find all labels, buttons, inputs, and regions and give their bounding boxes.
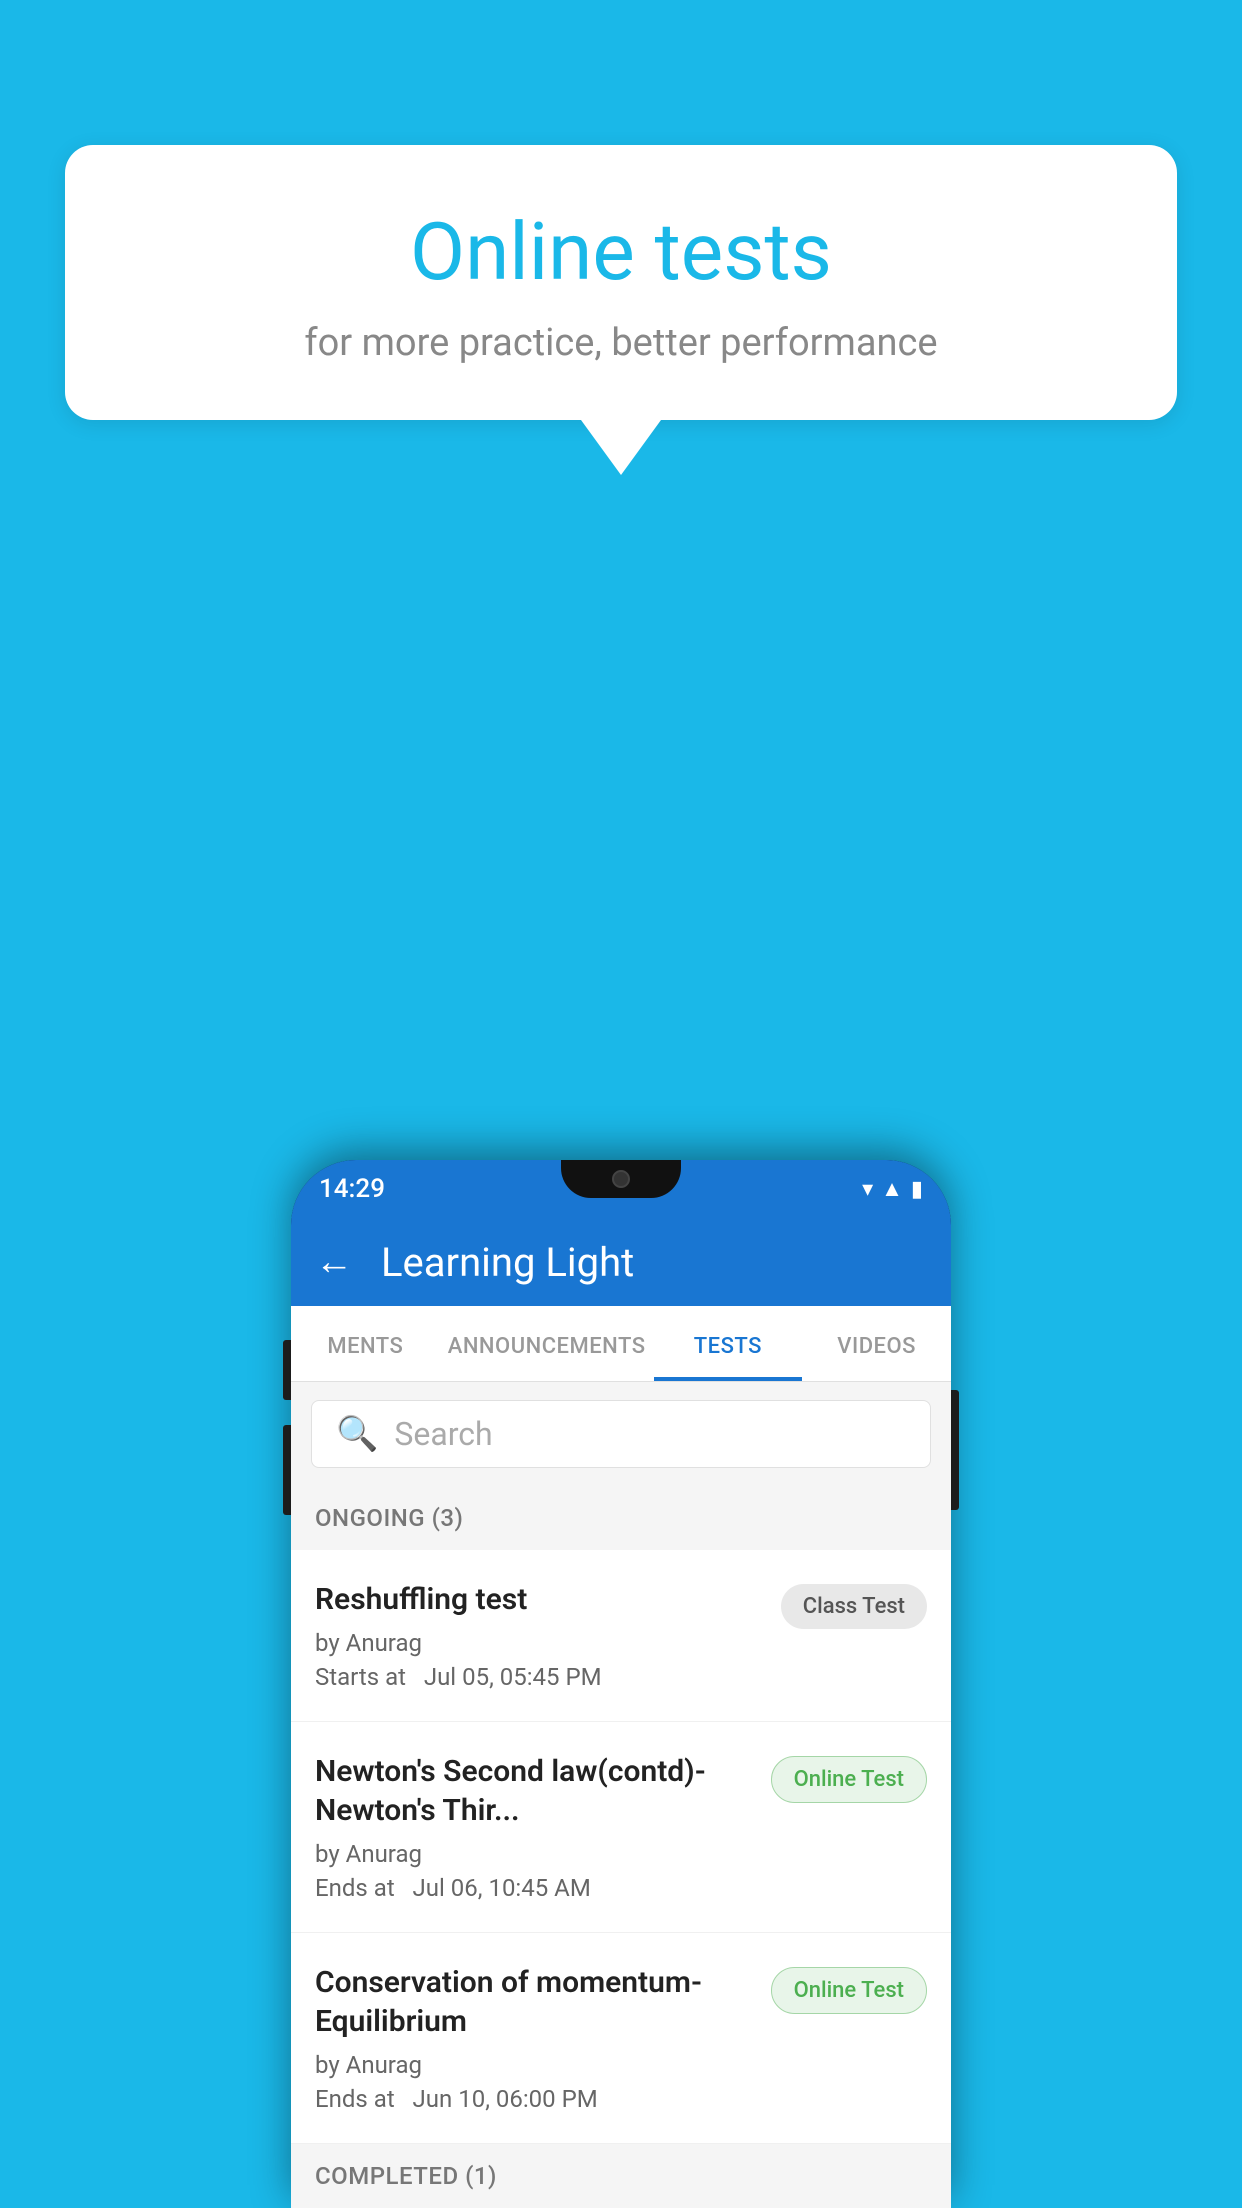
test-info-2: Newton's Second law(contd)-Newton's Thir… [315, 1752, 755, 1902]
search-container: 🔍 Search [291, 1382, 951, 1486]
speech-bubble: Online tests for more practice, better p… [65, 145, 1177, 420]
test-info-3: Conservation of momentum-Equilibrium by … [315, 1963, 755, 2113]
test-title-1: Reshuffling test [315, 1580, 765, 1619]
phone-screen: MENTS ANNOUNCEMENTS TESTS VIDEOS 🔍 Searc… [291, 1306, 951, 2208]
search-input[interactable]: 🔍 Search [311, 1400, 931, 1468]
test-author-2: by Anurag [315, 1840, 755, 1868]
test-time-2: Ends at Jul 06, 10:45 AM [315, 1874, 755, 1902]
speech-bubble-tail [581, 420, 661, 475]
completed-section-header: COMPLETED (1) [291, 2144, 951, 2208]
phone-side-button-left1 [283, 1340, 291, 1400]
test-time-3: Ends at Jun 10, 06:00 PM [315, 2085, 755, 2113]
test-author-1: by Anurag [315, 1629, 765, 1657]
test-author-3: by Anurag [315, 2051, 755, 2079]
tab-videos[interactable]: VIDEOS [802, 1306, 951, 1381]
test-time-1: Starts at Jul 05, 05:45 PM [315, 1663, 765, 1691]
speech-bubble-container: Online tests for more practice, better p… [65, 145, 1177, 475]
test-list: Reshuffling test by Anurag Starts at Jul… [291, 1550, 951, 2144]
status-time: 14:29 [319, 1174, 385, 1204]
app-title: Learning Light [381, 1239, 634, 1286]
speech-bubble-title: Online tests [115, 205, 1127, 299]
test-item-1[interactable]: Reshuffling test by Anurag Starts at Jul… [291, 1550, 951, 1722]
tab-ments[interactable]: MENTS [291, 1306, 440, 1381]
speech-bubble-subtitle: for more practice, better performance [115, 321, 1127, 365]
test-item-3[interactable]: Conservation of momentum-Equilibrium by … [291, 1933, 951, 2144]
tabs-container: MENTS ANNOUNCEMENTS TESTS VIDEOS [291, 1306, 951, 1382]
test-title-2: Newton's Second law(contd)-Newton's Thir… [315, 1752, 755, 1830]
test-item-2[interactable]: Newton's Second law(contd)-Newton's Thir… [291, 1722, 951, 1933]
signal-icon: ▲ [881, 1176, 903, 1202]
notch-camera [612, 1170, 630, 1188]
notch [561, 1160, 681, 1198]
search-icon: 🔍 [336, 1414, 378, 1454]
tab-tests[interactable]: TESTS [654, 1306, 803, 1381]
status-icons: ▾ ▲ ▮ [862, 1176, 923, 1202]
status-bar: 14:29 ▾ ▲ ▮ [291, 1160, 951, 1218]
ongoing-section-header: ONGOING (3) [291, 1486, 951, 1550]
test-info-1: Reshuffling test by Anurag Starts at Jul… [315, 1580, 765, 1691]
test-badge-2: Online Test [771, 1756, 927, 1803]
app-header: ← Learning Light [291, 1218, 951, 1306]
wifi-icon: ▾ [862, 1177, 873, 1202]
phone-side-button-right [951, 1390, 959, 1510]
test-title-3: Conservation of momentum-Equilibrium [315, 1963, 755, 2041]
tab-announcements[interactable]: ANNOUNCEMENTS [440, 1306, 654, 1381]
back-button[interactable]: ← [315, 1240, 353, 1284]
phone-frame: 14:29 ▾ ▲ ▮ ← Learning Light MENTS ANNOU… [291, 1160, 951, 2208]
battery-icon: ▮ [911, 1177, 923, 1202]
phone-side-button-left2 [283, 1425, 291, 1515]
phone-container: 14:29 ▾ ▲ ▮ ← Learning Light MENTS ANNOU… [291, 1160, 951, 2208]
test-badge-1: Class Test [781, 1584, 927, 1629]
search-placeholder-text: Search [394, 1415, 492, 1453]
test-badge-3: Online Test [771, 1967, 927, 2014]
